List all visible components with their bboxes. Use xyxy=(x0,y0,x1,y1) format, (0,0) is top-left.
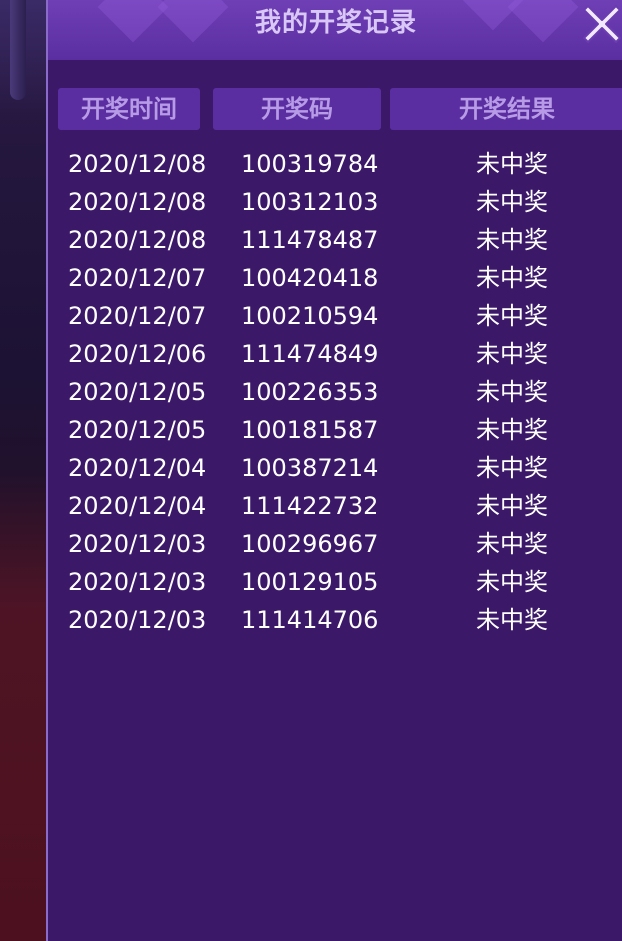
cell-draw-code: 100420418 xyxy=(241,264,379,292)
cell-draw-result: 未中奖 xyxy=(476,454,548,482)
table-row: 2020/12/08 111478487 未中奖 xyxy=(48,221,622,259)
cell-draw-result: 未中奖 xyxy=(476,378,548,406)
cell-draw-code: 100210594 xyxy=(241,302,379,330)
cell-draw-date: 2020/12/04 xyxy=(68,454,207,482)
column-header-code: 开奖码 xyxy=(213,88,381,130)
cell-draw-date: 2020/12/08 xyxy=(68,226,207,254)
cell-draw-result: 未中奖 xyxy=(476,416,548,444)
cell-draw-date: 2020/12/07 xyxy=(68,302,207,330)
cell-draw-result: 未中奖 xyxy=(476,150,548,178)
cell-draw-code: 100181587 xyxy=(241,416,379,444)
cell-draw-date: 2020/12/06 xyxy=(68,340,207,368)
cell-draw-code: 100319784 xyxy=(241,150,379,178)
background-curtain xyxy=(0,470,48,941)
lottery-records-panel: 我的开奖记录 开奖时间 开奖码 开奖结果 2020/12/08 100319784… xyxy=(46,0,622,941)
panel-title: 我的开奖记录 xyxy=(254,8,417,38)
cell-draw-result: 未中奖 xyxy=(476,188,548,216)
table-row: 2020/12/07 100420418 未中奖 xyxy=(48,259,622,297)
table-row: 2020/12/05 100181587 未中奖 xyxy=(48,411,622,449)
cell-draw-date: 2020/12/07 xyxy=(68,264,207,292)
table-row: 2020/12/08 100312103 未中奖 xyxy=(48,183,622,221)
column-header-time: 开奖时间 xyxy=(58,88,200,130)
cell-draw-result: 未中奖 xyxy=(476,492,548,520)
cell-draw-date: 2020/12/04 xyxy=(68,492,207,520)
panel-header: 我的开奖记录 xyxy=(48,0,622,60)
table-row: 2020/12/03 111414706 未中奖 xyxy=(48,601,622,639)
table-row: 2020/12/08 100319784 未中奖 xyxy=(48,145,622,183)
cell-draw-result: 未中奖 xyxy=(476,302,548,330)
cell-draw-date: 2020/12/03 xyxy=(68,568,207,596)
cell-draw-code: 100129105 xyxy=(241,568,379,596)
cell-draw-result: 未中奖 xyxy=(476,340,548,368)
table-row: 2020/12/05 100226353 未中奖 xyxy=(48,373,622,411)
column-header-result: 开奖结果 xyxy=(390,88,622,130)
cell-draw-code: 100296967 xyxy=(241,530,379,558)
cell-draw-code: 100226353 xyxy=(241,378,379,406)
table-row: 2020/12/04 111422732 未中奖 xyxy=(48,487,622,525)
cell-draw-code: 111422732 xyxy=(241,492,379,520)
close-icon xyxy=(583,5,621,43)
cell-draw-result: 未中奖 xyxy=(476,264,548,292)
cell-draw-result: 未中奖 xyxy=(476,606,548,634)
cell-draw-date: 2020/12/08 xyxy=(68,150,207,178)
table-row: 2020/12/03 100129105 未中奖 xyxy=(48,563,622,601)
cell-draw-date: 2020/12/08 xyxy=(68,188,207,216)
close-button[interactable] xyxy=(580,0,622,44)
cell-draw-code: 111478487 xyxy=(241,226,379,254)
cell-draw-date: 2020/12/05 xyxy=(68,378,207,406)
background-post xyxy=(10,0,26,100)
background-scene xyxy=(0,0,48,941)
table-row: 2020/12/03 100296967 未中奖 xyxy=(48,525,622,563)
cell-draw-code: 111414706 xyxy=(241,606,379,634)
cell-draw-date: 2020/12/05 xyxy=(68,416,207,444)
table-row: 2020/12/04 100387214 未中奖 xyxy=(48,449,622,487)
cell-draw-result: 未中奖 xyxy=(476,568,548,596)
cell-draw-date: 2020/12/03 xyxy=(68,530,207,558)
table-row: 2020/12/06 111474849 未中奖 xyxy=(48,335,622,373)
cell-draw-code: 100387214 xyxy=(241,454,379,482)
table-row: 2020/12/07 100210594 未中奖 xyxy=(48,297,622,335)
cell-draw-code: 111474849 xyxy=(241,340,379,368)
cell-draw-date: 2020/12/03 xyxy=(68,606,207,634)
cell-draw-result: 未中奖 xyxy=(476,530,548,558)
cell-draw-code: 100312103 xyxy=(241,188,379,216)
cell-draw-result: 未中奖 xyxy=(476,226,548,254)
